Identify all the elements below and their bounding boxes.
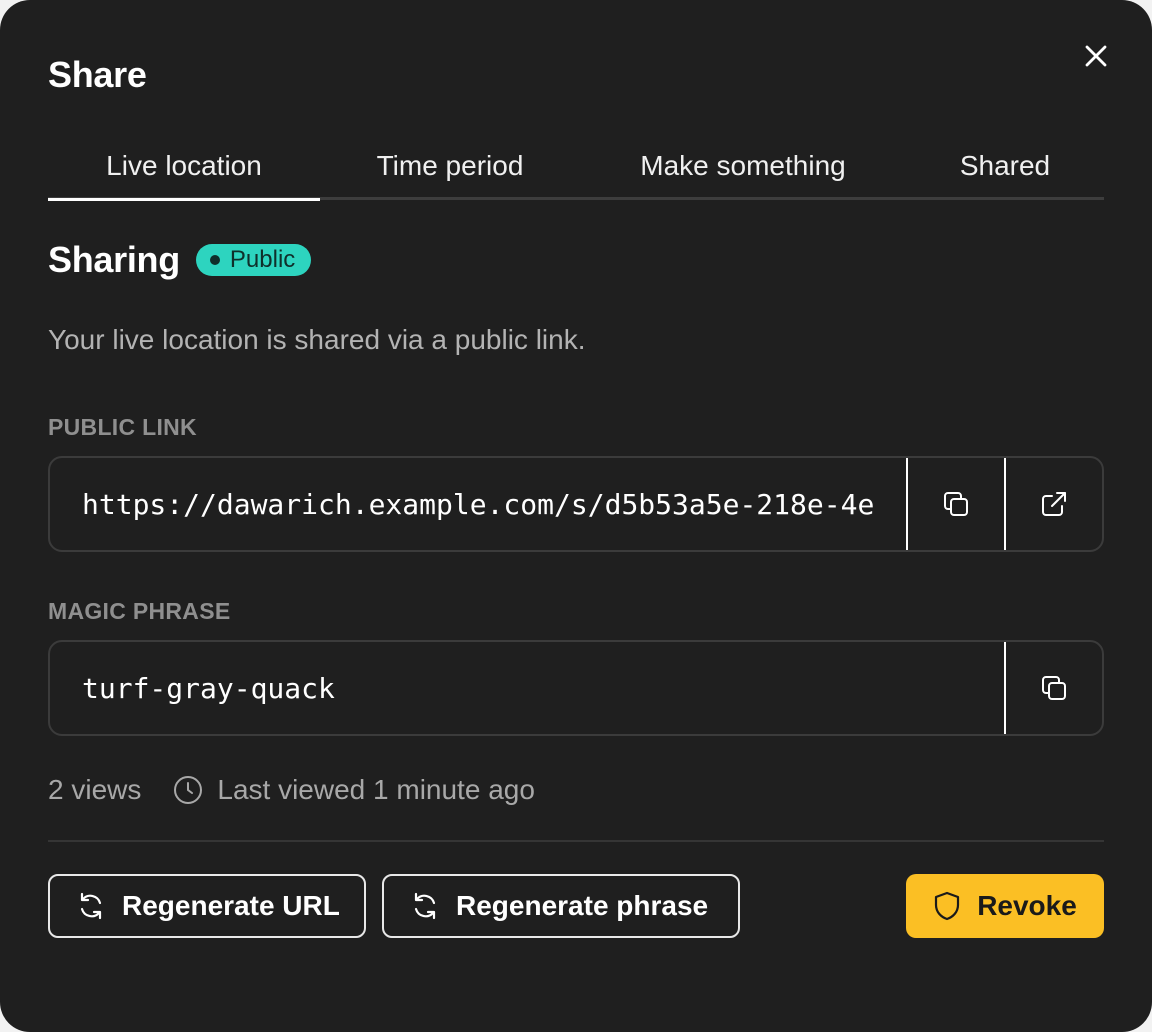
view-count: 2 views [48, 774, 142, 805]
tab-live-location[interactable]: Live location [48, 134, 320, 201]
section-title: Sharing [48, 239, 180, 280]
last-viewed-text: Last viewed 1 minute ago [217, 774, 535, 805]
sharing-header: Sharing Public [48, 236, 312, 284]
copy-icon [944, 492, 968, 516]
view-stats: 2 views Last viewed 1 minute ago [48, 770, 535, 810]
regenerate-phrase-button[interactable]: Regenerate phrase [382, 874, 740, 938]
share-dialog: Share Live location Time period Make som… [0, 0, 1152, 1032]
status-badge-label: Public [229, 246, 296, 273]
status-badge: Public [195, 244, 312, 276]
tab-time-period[interactable]: Time period [320, 134, 580, 198]
sharing-description: Your live location is shared via a publi… [48, 324, 586, 355]
tab-shared[interactable]: Shared [906, 134, 1104, 198]
copy-icon [1042, 676, 1066, 700]
tab-bar: Live location Time period Make something… [48, 134, 1104, 201]
refresh-icon [80, 892, 102, 920]
dialog-title: Share [48, 54, 147, 95]
close-icon [1085, 45, 1107, 67]
regenerate-url-button[interactable]: Regenerate URL [48, 874, 366, 938]
public-link-label: PUBLIC LINK [48, 414, 197, 440]
regenerate-phrase-label: Regenerate phrase [456, 890, 709, 921]
public-link-field: https://dawarich.example.com/s/d5b53a5e-… [48, 456, 1104, 552]
revoke-button[interactable]: Revoke [906, 874, 1104, 938]
close-button[interactable] [1074, 34, 1118, 78]
revoke-label: Revoke [977, 890, 1077, 921]
regenerate-url-label: Regenerate URL [122, 890, 340, 921]
magic-phrase-input[interactable]: turf-gray-quack [50, 642, 1004, 734]
copy-phrase-button[interactable] [1004, 642, 1102, 734]
divider [48, 840, 1104, 842]
refresh-icon [414, 892, 436, 920]
public-link-input[interactable]: https://dawarich.example.com/s/d5b53a5e-… [50, 458, 906, 550]
last-viewed: Last viewed 1 minute ago [173, 774, 535, 806]
copy-link-button[interactable] [906, 458, 1004, 550]
shield-icon [935, 891, 960, 921]
status-dot [209, 255, 220, 265]
tab-make-something[interactable]: Make something [580, 134, 906, 198]
magic-phrase-label: MAGIC PHRASE [48, 598, 231, 624]
clock-icon [174, 776, 203, 804]
external-link-icon [1042, 492, 1066, 516]
magic-phrase-field: turf-gray-quack [48, 640, 1104, 736]
open-link-button[interactable] [1004, 458, 1102, 550]
